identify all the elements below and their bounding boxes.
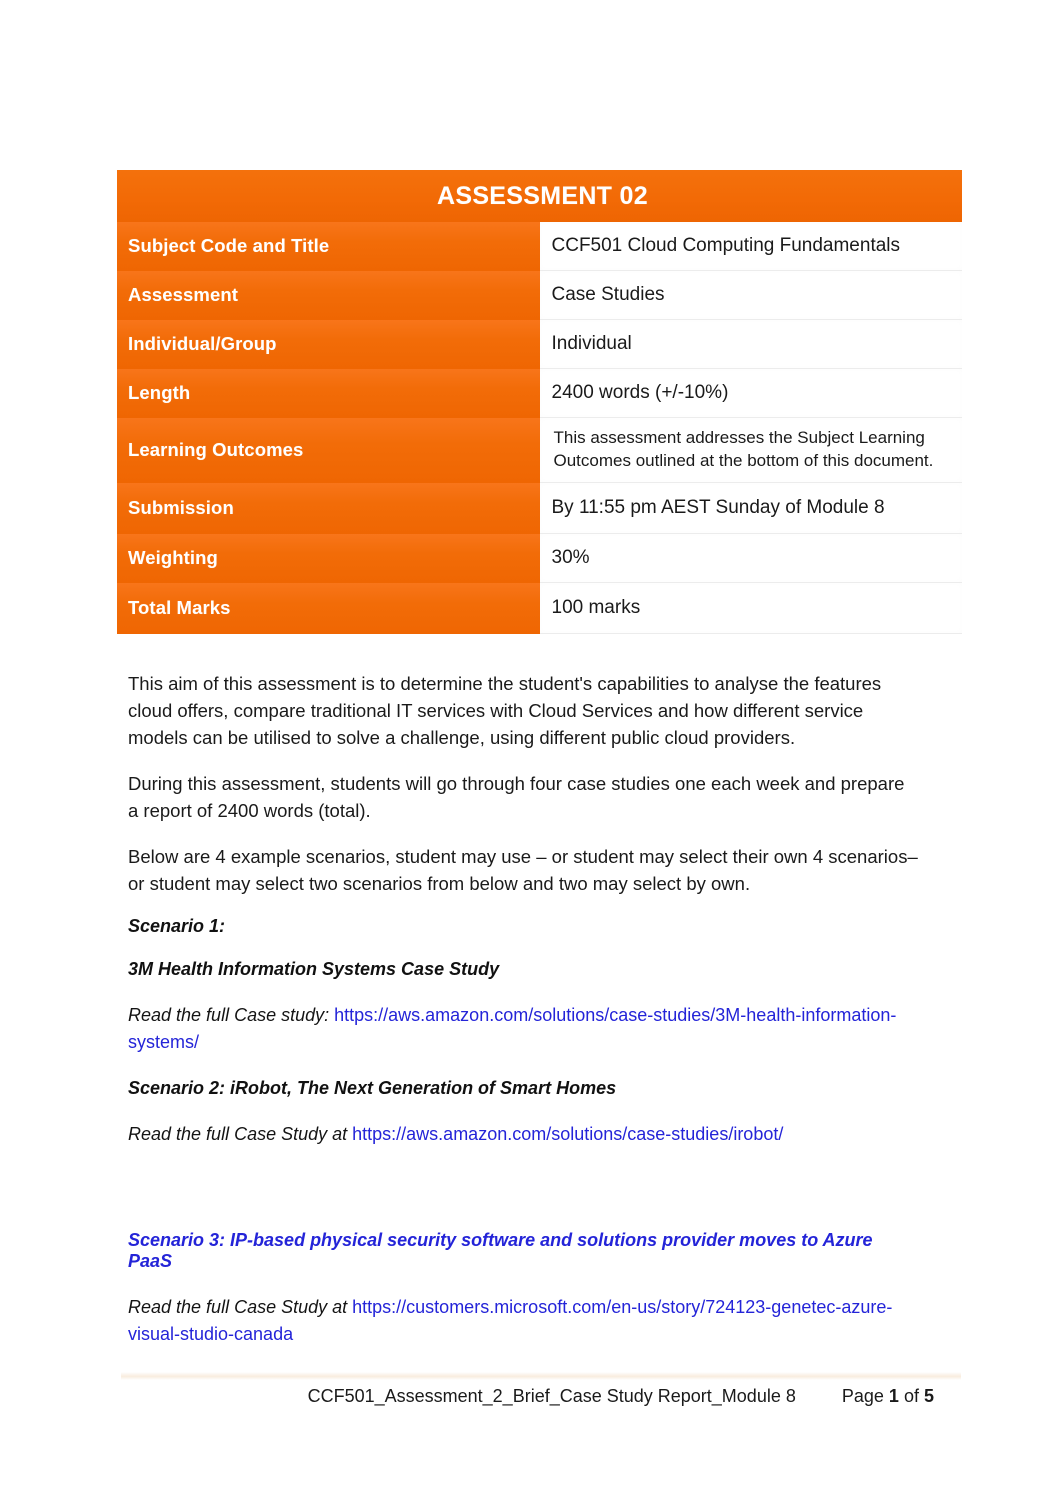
table-row: Subject Code and Title CCF501 Cloud Comp… (117, 222, 962, 271)
table-row: Submission By 11:55 pm AEST Sunday of Mo… (117, 482, 962, 534)
scenario-3-title: Scenario 3: IP-based physical security s… (128, 1230, 873, 1271)
row-label-submission: Submission (117, 482, 540, 534)
paragraph-aim: This aim of this assessment is to determ… (128, 673, 882, 748)
scenario-2-title: Scenario 2: iRobot, The Next Generation … (128, 1078, 617, 1098)
row-value-submission: By 11:55 pm AEST Sunday of Module 8 (539, 482, 962, 534)
table-row: Weighting 30% (117, 533, 962, 583)
row-label-total-marks: Total Marks (117, 582, 540, 634)
row-label-learning-outcomes: Learning Outcomes (117, 417, 540, 483)
row-value-assessment: Case Studies (539, 270, 962, 320)
footer-total-pages: 5 (923, 1386, 934, 1406)
footer-divider (121, 1372, 961, 1380)
scenario-1-read-prefix: Read the full Case study: (128, 1005, 335, 1025)
row-label-individual-group: Individual/Group (117, 319, 540, 369)
row-value-learning-outcomes: This assessment addresses the Subject Le… (539, 417, 962, 483)
scenario-1-read-line: Read the full Case study: https://aws.am… (128, 1002, 918, 1056)
row-label-assessment: Assessment (117, 270, 540, 320)
row-value-total-marks: 100 marks (539, 582, 962, 634)
footer-page-label: Page (841, 1386, 884, 1406)
scenario-1-title: 3M Health Information Systems Case Study (128, 959, 500, 979)
table-row: Total Marks 100 marks (117, 582, 962, 634)
table-row: Assessment Case Studies (117, 270, 962, 320)
table-row: Learning Outcomes This assessment addres… (117, 417, 962, 483)
page-footer: CCF501_Assessment_2_Brief_Case Study Rep… (128, 1386, 958, 1407)
footer-page-number: Page 1 of 5 (842, 1386, 934, 1407)
table-title-row: ASSESSMENT 02 (117, 170, 962, 222)
row-value-subject-code-and-title: CCF501 Cloud Computing Fundamentals (539, 222, 962, 271)
paragraph-during-assessment: During this assessment, students will go… (128, 773, 905, 821)
scenario-3-read-prefix: Read the full Case Study at (128, 1297, 353, 1317)
row-label-subject-code-and-title: Subject Code and Title (117, 222, 540, 271)
scenario-2-read-line: Read the full Case Study at https://aws.… (128, 1121, 918, 1148)
footer-document-reference: CCF501_Assessment_2_Brief_Case Study Rep… (307, 1386, 796, 1406)
footer-of-label: of (903, 1386, 919, 1406)
scenario-2-read-prefix: Read the full Case Study at (128, 1124, 353, 1144)
row-value-weighting: 30% (539, 533, 962, 583)
row-value-individual-group: Individual (539, 319, 962, 369)
table-row: Individual/Group Individual (117, 319, 962, 369)
paragraph-spacer (128, 1170, 918, 1200)
assessment-title: ASSESSMENT 02 (117, 170, 962, 222)
scenario-3-read-line: Read the full Case Study at https://cust… (128, 1294, 918, 1348)
paragraph-scenario-selection: Below are 4 example scenarios, student m… (128, 846, 918, 894)
document-body: This aim of this assessment is to determ… (128, 670, 918, 1370)
document-page: ASSESSMENT 02 Subject Code and Title CCF… (0, 0, 1062, 1506)
scenario-2-link[interactable]: https://aws.amazon.com/solutions/case-st… (352, 1124, 783, 1144)
scenario-1-label: Scenario 1: (128, 916, 226, 936)
row-value-length: 2400 words (+/-10%) (539, 368, 962, 418)
assessment-info-table: ASSESSMENT 02 Subject Code and Title CCF… (117, 170, 962, 634)
row-label-weighting: Weighting (117, 533, 540, 583)
footer-current-page: 1 (888, 1386, 899, 1406)
table-row: Length 2400 words (+/-10%) (117, 368, 962, 418)
row-label-length: Length (117, 368, 540, 418)
